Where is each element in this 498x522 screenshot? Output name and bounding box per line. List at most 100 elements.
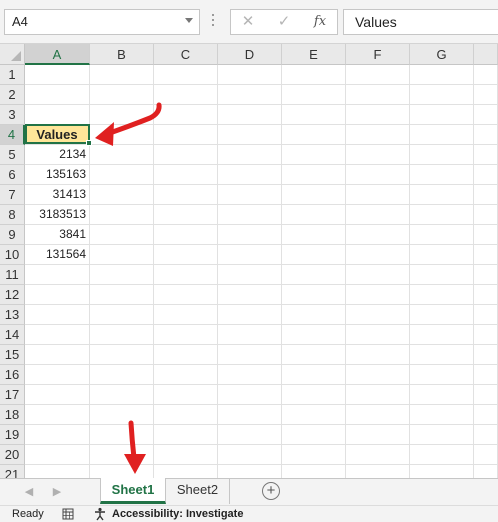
cell-c13[interactable] (154, 305, 218, 325)
cell-d20[interactable] (218, 445, 282, 465)
cell-overflow[interactable] (474, 465, 498, 478)
row-header-15[interactable]: 15 (0, 345, 25, 365)
cell-overflow[interactable] (474, 285, 498, 305)
cell-overflow[interactable] (474, 385, 498, 405)
cell-c9[interactable] (154, 225, 218, 245)
cell-e16[interactable] (282, 365, 346, 385)
cell-a15[interactable] (25, 345, 90, 365)
scroll-tabs-left-icon[interactable]: ◀ (22, 485, 36, 499)
cell-a2[interactable] (25, 85, 90, 105)
cell-a6[interactable]: 135163 (25, 165, 90, 185)
cell-c2[interactable] (154, 85, 218, 105)
cell-f18[interactable] (346, 405, 410, 425)
column-header-a[interactable]: A (25, 44, 90, 65)
row-header-14[interactable]: 14 (0, 325, 25, 345)
cell-g8[interactable] (410, 205, 474, 225)
cell-b15[interactable] (90, 345, 154, 365)
cell-f15[interactable] (346, 345, 410, 365)
cell-g5[interactable] (410, 145, 474, 165)
grip-dots-icon[interactable] (212, 14, 215, 30)
cell-g16[interactable] (410, 365, 474, 385)
cell-f1[interactable] (346, 65, 410, 85)
cell-d9[interactable] (218, 225, 282, 245)
cell-b14[interactable] (90, 325, 154, 345)
cell-b4[interactable] (90, 125, 154, 145)
cell-b18[interactable] (90, 405, 154, 425)
tab-sheet1[interactable]: Sheet1 (100, 478, 166, 504)
scroll-tabs-right-icon[interactable]: ▶ (50, 485, 64, 499)
cell-a11[interactable] (25, 265, 90, 285)
cell-f9[interactable] (346, 225, 410, 245)
cell-d21[interactable] (218, 465, 282, 478)
select-all-corner[interactable] (0, 44, 25, 65)
cell-f13[interactable] (346, 305, 410, 325)
cell-e17[interactable] (282, 385, 346, 405)
cell-d1[interactable] (218, 65, 282, 85)
cell-d11[interactable] (218, 265, 282, 285)
cell-overflow[interactable] (474, 245, 498, 265)
cell-c4[interactable] (154, 125, 218, 145)
cell-c1[interactable] (154, 65, 218, 85)
cell-c16[interactable] (154, 365, 218, 385)
cell-f12[interactable] (346, 285, 410, 305)
cell-overflow[interactable] (474, 265, 498, 285)
tab-sheet2[interactable]: Sheet2 (166, 478, 230, 504)
cell-b1[interactable] (90, 65, 154, 85)
cell-f7[interactable] (346, 185, 410, 205)
cell-e5[interactable] (282, 145, 346, 165)
cell-overflow[interactable] (474, 165, 498, 185)
check-icon[interactable]: ✓ (272, 12, 296, 32)
row-header-21[interactable]: 21 (0, 465, 25, 478)
row-header-12[interactable]: 12 (0, 285, 25, 305)
cell-overflow[interactable] (474, 105, 498, 125)
row-header-11[interactable]: 11 (0, 265, 25, 285)
cell-e18[interactable] (282, 405, 346, 425)
cell-e1[interactable] (282, 65, 346, 85)
cell-a13[interactable] (25, 305, 90, 325)
cell-overflow[interactable] (474, 305, 498, 325)
cell-c12[interactable] (154, 285, 218, 305)
cell-b3[interactable] (90, 105, 154, 125)
row-header-3[interactable]: 3 (0, 105, 25, 125)
cell-a3[interactable] (25, 105, 90, 125)
cell-f21[interactable] (346, 465, 410, 478)
cell-overflow[interactable] (474, 425, 498, 445)
cell-e21[interactable] (282, 465, 346, 478)
cell-overflow[interactable] (474, 325, 498, 345)
cell-c18[interactable] (154, 405, 218, 425)
cell-e3[interactable] (282, 105, 346, 125)
cell-e11[interactable] (282, 265, 346, 285)
cell-d2[interactable] (218, 85, 282, 105)
cell-d7[interactable] (218, 185, 282, 205)
cell-f11[interactable] (346, 265, 410, 285)
cell-b6[interactable] (90, 165, 154, 185)
cell-f16[interactable] (346, 365, 410, 385)
row-header-6[interactable]: 6 (0, 165, 25, 185)
cell-e14[interactable] (282, 325, 346, 345)
cell-b8[interactable] (90, 205, 154, 225)
cell-f6[interactable] (346, 165, 410, 185)
cell-c11[interactable] (154, 265, 218, 285)
cell-d10[interactable] (218, 245, 282, 265)
cell-a20[interactable] (25, 445, 90, 465)
row-header-8[interactable]: 8 (0, 205, 25, 225)
cell-e2[interactable] (282, 85, 346, 105)
cell-d14[interactable] (218, 325, 282, 345)
cell-e9[interactable] (282, 225, 346, 245)
cell-overflow[interactable] (474, 145, 498, 165)
cell-c5[interactable] (154, 145, 218, 165)
cell-overflow[interactable] (474, 125, 498, 145)
cell-g6[interactable] (410, 165, 474, 185)
cell-g14[interactable] (410, 325, 474, 345)
cell-a8[interactable]: 3183513 (25, 205, 90, 225)
cell-overflow[interactable] (474, 445, 498, 465)
cell-e15[interactable] (282, 345, 346, 365)
cell-g1[interactable] (410, 65, 474, 85)
row-header-19[interactable]: 19 (0, 425, 25, 445)
cell-b21[interactable] (90, 465, 154, 478)
cell-a21[interactable] (25, 465, 90, 478)
cell-a14[interactable] (25, 325, 90, 345)
cell-d3[interactable] (218, 105, 282, 125)
cell-b12[interactable] (90, 285, 154, 305)
cell-e19[interactable] (282, 425, 346, 445)
